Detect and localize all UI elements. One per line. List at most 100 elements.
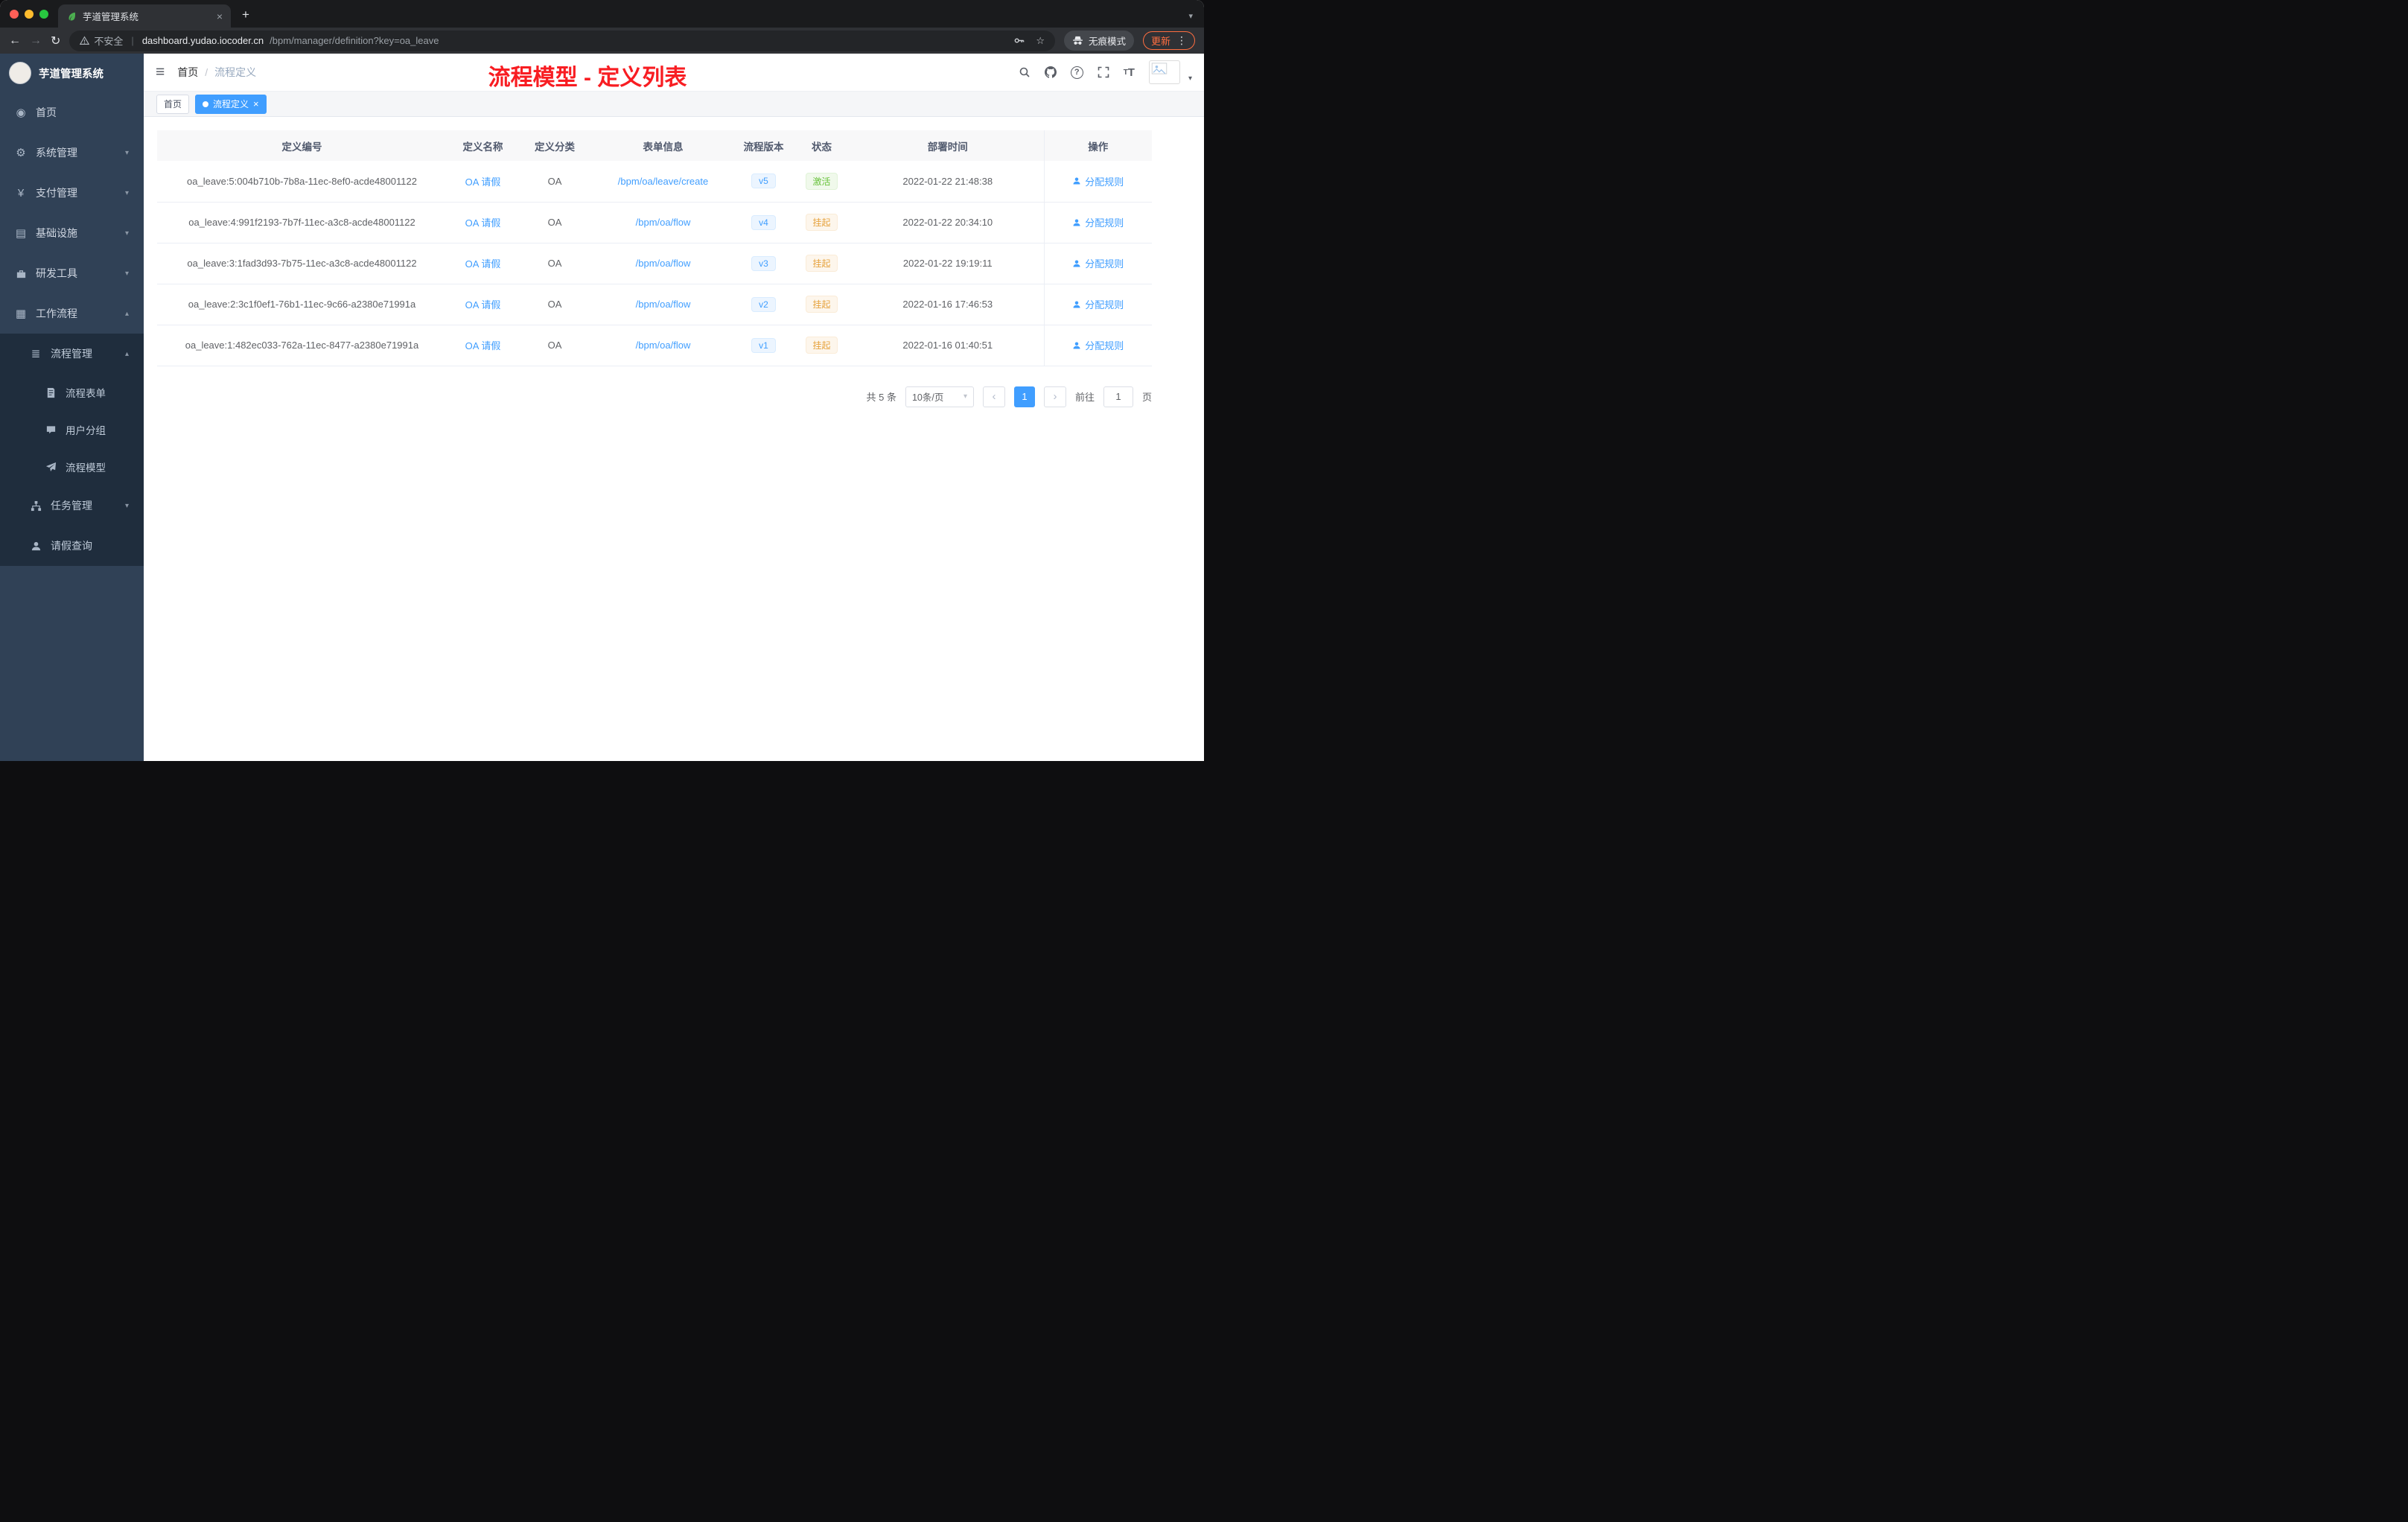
gear-icon: ⚙ [16, 147, 26, 159]
avatar-dropdown-chevron-icon[interactable]: ▾ [1188, 74, 1192, 83]
sidebar-item-workflow[interactable]: ▦ 工作流程 ▴ [0, 293, 144, 334]
breadcrumb-home[interactable]: 首页 [177, 65, 198, 80]
category-cell: OA [519, 325, 590, 366]
form-link[interactable]: /bpm/oa/flow [636, 340, 691, 351]
help-icon[interactable]: ? [1070, 66, 1083, 79]
sidebar-item-user-group[interactable]: 用户分组 [0, 411, 144, 448]
forward-button[interactable]: → [30, 34, 42, 48]
assign-rule-link[interactable]: 分配规则 [1072, 338, 1124, 352]
definition-name-link[interactable]: OA 请假 [465, 176, 501, 188]
warning-icon [80, 36, 90, 45]
new-tab-button[interactable]: + [242, 7, 249, 22]
assign-rule-link[interactable]: 分配规则 [1072, 215, 1124, 229]
tags-view: 首页 流程定义 × [144, 91, 1204, 117]
definition-id-cell: oa_leave:3:1fad3d93-7b75-11ec-a3c8-acde4… [157, 243, 447, 284]
assign-rule-label: 分配规则 [1085, 217, 1124, 229]
category-cell: OA [519, 161, 590, 203]
page-size-select[interactable]: 10条/页 ▾ [905, 386, 974, 407]
hamburger-icon[interactable]: ≡ [156, 63, 165, 81]
sidebar-item-system-management[interactable]: ⚙ 系统管理 ▾ [0, 133, 144, 173]
definition-name-link[interactable]: OA 请假 [465, 340, 501, 351]
form-link[interactable]: /bpm/oa/leave/create [618, 176, 708, 187]
col-definition-id: 定义编号 [157, 130, 447, 161]
browser-window: 芋道管理系统 × + ▾ ← → ↻ 不安全 | dashboard.yudao… [0, 0, 1204, 761]
version-badge: v5 [751, 173, 776, 189]
goto-page-input[interactable] [1103, 386, 1133, 407]
form-link[interactable]: /bpm/oa/flow [636, 299, 691, 310]
zoom-window-button[interactable] [39, 9, 48, 19]
table-row: oa_leave:5:004b710b-7b8a-11ec-8ef0-acde4… [157, 161, 1152, 203]
definition-name-link[interactable]: OA 请假 [465, 258, 501, 270]
browser-update-button[interactable]: 更新 ⋮ [1142, 31, 1195, 50]
sidebar-item-process-management[interactable]: ≣ 流程管理 ▴ [0, 334, 144, 374]
assign-rule-label: 分配规则 [1085, 176, 1124, 188]
version-badge: v3 [751, 255, 776, 271]
bookmark-star-icon[interactable]: ☆ [1036, 35, 1045, 47]
omnibox-actions: ☆ [1013, 35, 1045, 47]
fullscreen-icon[interactable] [1098, 66, 1109, 78]
minimize-window-button[interactable] [25, 9, 34, 19]
search-icon[interactable] [1019, 66, 1031, 78]
address-bar[interactable]: 不安全 | dashboard.yudao.iocoder.cn/bpm/man… [69, 30, 1055, 51]
paper-plane-icon [45, 462, 57, 473]
sidebar-item-label: 工作流程 [36, 308, 77, 319]
prev-page-button[interactable]: ‹ [982, 386, 1005, 407]
tag-close-icon[interactable]: × [253, 98, 259, 109]
sidebar-item-home[interactable]: ◉ 首页 [0, 92, 144, 133]
app-logo[interactable]: 芋道管理系统 [0, 54, 144, 92]
browser-tab[interactable]: 芋道管理系统 × [58, 4, 231, 28]
form-link[interactable]: /bpm/oa/flow [636, 258, 691, 269]
goto-prefix: 前往 [1074, 392, 1095, 403]
tab-close-icon[interactable]: × [217, 10, 223, 22]
sidebar-item-process-form[interactable]: 流程表单 [0, 374, 144, 411]
sidebar-item-label: 任务管理 [51, 500, 92, 512]
definition-name-link[interactable]: OA 请假 [465, 299, 501, 311]
yen-icon: ¥ [17, 186, 25, 200]
active-dot [203, 101, 209, 107]
person-icon [30, 541, 42, 552]
col-status: 状态 [791, 130, 852, 161]
sidebar-item-task-management[interactable]: 任务管理 ▾ [0, 485, 144, 526]
incognito-label: 无痕模式 [1088, 36, 1126, 47]
sidebar-item-label: 流程模型 [66, 462, 106, 474]
chevron-down-icon: ▾ [124, 229, 129, 238]
tag-home[interactable]: 首页 [156, 94, 190, 114]
col-form-info: 表单信息 [590, 130, 736, 161]
assign-rule-link[interactable]: 分配规则 [1072, 297, 1124, 311]
site-security-indicator[interactable]: 不安全 [80, 34, 123, 48]
tab-search-chevron-icon[interactable]: ▾ [1188, 11, 1193, 21]
back-button[interactable]: ← [9, 34, 21, 48]
url-host: dashboard.yudao.iocoder.cn [141, 35, 264, 46]
definition-name-link[interactable]: OA 请假 [465, 217, 501, 229]
font-size-icon[interactable]: TT [1124, 66, 1135, 79]
deploy-time-cell: 2022-01-16 01:40:51 [852, 325, 1044, 366]
chevron-down-icon: ▾ [124, 188, 129, 197]
definitions-table: 定义编号 定义名称 定义分类 表单信息 流程版本 状态 部署时间 操作 oa_l [157, 130, 1152, 366]
sidebar-item-label: 请假查询 [51, 540, 92, 552]
pagination: 共 5 条 10条/页 ▾ ‹ 1 › 前往 页 [157, 386, 1152, 407]
sidebar-item-leave-query[interactable]: 请假查询 [0, 526, 144, 566]
assign-rule-link[interactable]: 分配规则 [1072, 256, 1124, 270]
status-badge: 挂起 [806, 296, 838, 313]
security-label: 不安全 [94, 36, 124, 47]
assign-rule-link[interactable]: 分配规则 [1072, 174, 1124, 188]
assign-rule-label: 分配规则 [1085, 258, 1124, 270]
deploy-time-cell: 2022-01-22 19:19:11 [852, 243, 1044, 284]
sidebar-item-payment-management[interactable]: ¥ 支付管理 ▾ [0, 173, 144, 213]
browser-menu-kebab-icon[interactable]: ⋮ [1176, 34, 1187, 47]
definition-id-cell: oa_leave:4:991f2193-7b7f-11ec-a3c8-acde4… [157, 202, 447, 243]
form-link[interactable]: /bpm/oa/flow [636, 217, 691, 228]
next-page-button[interactable]: › [1043, 386, 1066, 407]
close-window-button[interactable] [10, 9, 19, 19]
sidebar-item-process-model[interactable]: 流程模型 [0, 448, 144, 485]
sidebar-item-infrastructure[interactable]: ▤ 基础设施 ▾ [0, 213, 144, 253]
github-icon[interactable] [1044, 66, 1057, 78]
tag-label: 流程定义 [213, 99, 249, 109]
sidebar-item-dev-tools[interactable]: 研发工具 ▾ [0, 253, 144, 293]
tag-process-definition[interactable]: 流程定义 × [195, 94, 267, 114]
page-number-button[interactable]: 1 [1013, 386, 1035, 407]
reload-button[interactable]: ↻ [51, 34, 60, 48]
password-key-icon[interactable] [1013, 35, 1025, 46]
user-avatar[interactable] [1148, 60, 1180, 84]
app-frame: 芋道管理系统 ◉ 首页 ⚙ 系统管理 ▾ ¥ 支付管理 ▾ ▤ 基础设施 ▾ 研… [0, 54, 1204, 761]
